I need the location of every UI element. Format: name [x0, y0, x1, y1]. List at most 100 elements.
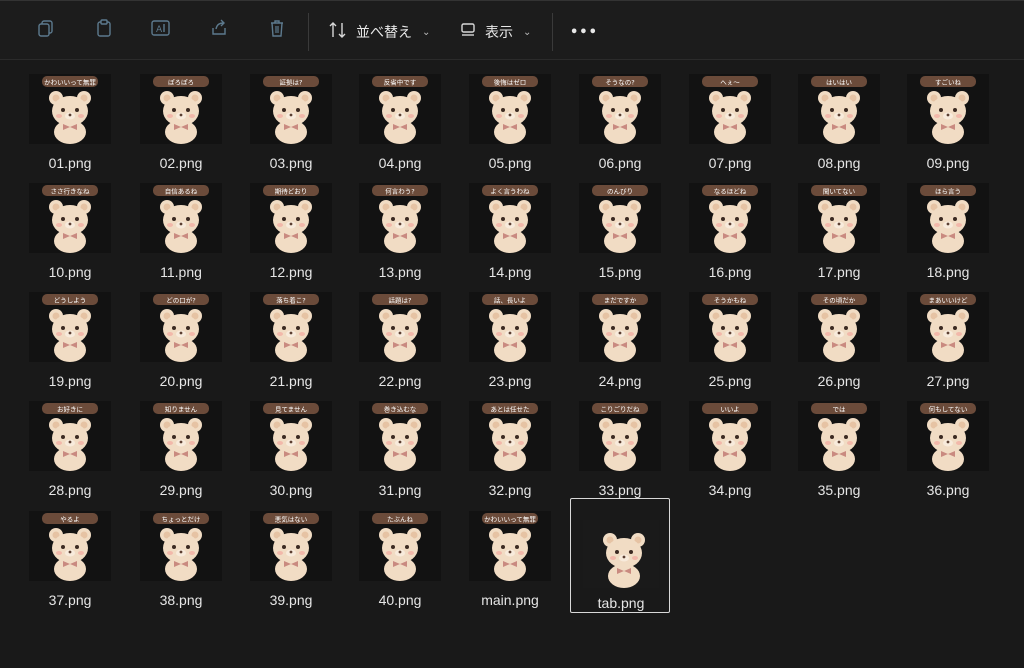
- file-item[interactable]: ちょっとだけ 38.png: [131, 502, 231, 617]
- file-item[interactable]: 話題は? 22.png: [350, 283, 450, 398]
- file-name: 30.png: [269, 482, 313, 498]
- bear-sticker-image: 期待どおり: [263, 185, 319, 253]
- file-item[interactable]: たぶんね 40.png: [350, 502, 450, 617]
- file-item[interactable]: 期待どおり 12.png: [241, 174, 341, 289]
- file-thumbnail: あとは任せた: [469, 401, 551, 471]
- file-thumbnail: のんびり: [579, 183, 661, 253]
- file-name: 17.png: [817, 264, 861, 280]
- file-item[interactable]: なるほどね 16.png: [680, 174, 780, 289]
- file-item[interactable]: へぇ〜 07.png: [680, 65, 780, 180]
- file-item[interactable]: まだですか 24.png: [570, 283, 670, 398]
- sticker-caption: ほら言う: [935, 187, 961, 196]
- bear-sticker-image: そうなの?: [592, 76, 648, 144]
- file-item[interactable]: 自信あるね 11.png: [131, 174, 231, 289]
- file-thumbnail: 証拠は?: [250, 74, 332, 144]
- bear-sticker-image: [603, 533, 645, 588]
- file-item[interactable]: ぽろぽろ 02.png: [131, 65, 231, 180]
- file-item[interactable]: その頃だか 26.png: [789, 283, 889, 398]
- file-item[interactable]: では 35.png: [789, 392, 889, 507]
- bear-sticker-image: 証拠は?: [263, 76, 319, 144]
- file-item[interactable]: 証拠は? 03.png: [241, 65, 341, 180]
- file-item[interactable]: あとは任せた 32.png: [460, 392, 560, 507]
- file-item[interactable]: まあいいけど 27.png: [898, 283, 998, 398]
- sticker-caption: 巻き込むな: [384, 405, 417, 414]
- file-item[interactable]: やるよ 37.png: [20, 502, 120, 617]
- sticker-caption: のんびり: [607, 188, 633, 196]
- file-thumbnail: 自信あるね: [140, 183, 222, 253]
- file-thumbnail: [583, 520, 659, 588]
- file-item[interactable]: 話、長いよ 23.png: [460, 283, 560, 398]
- file-item[interactable]: そうなの? 06.png: [570, 65, 670, 180]
- file-item[interactable]: 何言わう? 13.png: [350, 174, 450, 289]
- file-item[interactable]: どの口が? 20.png: [131, 283, 231, 398]
- view-button[interactable]: 表示 ⌄: [459, 15, 531, 49]
- file-item[interactable]: はいはい 08.png: [789, 65, 889, 180]
- file-item[interactable]: こりごりだね 33.png: [570, 392, 670, 507]
- file-item[interactable]: ささ行きなね 10.png: [20, 174, 120, 289]
- delete-icon: [267, 18, 287, 42]
- file-name: tab.png: [597, 595, 645, 611]
- file-item[interactable]: 聞いてない 17.png: [789, 174, 889, 289]
- sticker-caption: よく言うわね: [491, 187, 531, 196]
- file-thumbnail: 話題は?: [359, 292, 441, 362]
- sort-icon: [328, 20, 348, 44]
- bear-sticker-image: かわいいって無罪: [42, 76, 98, 144]
- file-item[interactable]: かわいいって無罪 01.png: [20, 65, 120, 180]
- file-name: 32.png: [488, 482, 532, 498]
- sticker-caption: ぽろぽろ: [168, 78, 194, 87]
- file-item[interactable]: 見てません 30.png: [241, 392, 341, 507]
- file-item[interactable]: よく言うわね 14.png: [460, 174, 560, 289]
- file-name: 28.png: [48, 482, 92, 498]
- file-item[interactable]: 知りません 29.png: [131, 392, 231, 507]
- file-name: 29.png: [159, 482, 203, 498]
- file-item[interactable]: すごいね 09.png: [898, 65, 998, 180]
- sort-button[interactable]: 並べ替え ⌄: [328, 15, 430, 49]
- file-item[interactable]: どうしよう 19.png: [20, 283, 120, 398]
- paste-button[interactable]: [87, 13, 121, 47]
- bear-sticker-image: 見てません: [263, 403, 319, 471]
- file-name: 13.png: [378, 264, 422, 280]
- copy-button[interactable]: [29, 13, 63, 47]
- rename-button[interactable]: A: [144, 13, 178, 47]
- file-item[interactable]: そうかもね 25.png: [680, 283, 780, 398]
- share-button[interactable]: [202, 13, 236, 47]
- file-item[interactable]: のんびり 15.png: [570, 174, 670, 289]
- file-thumbnail: 知りません: [140, 401, 222, 471]
- file-name: 31.png: [378, 482, 422, 498]
- bear-sticker-image: 自信あるね: [153, 185, 209, 253]
- file-item[interactable]: 巻き込むな 31.png: [350, 392, 450, 507]
- file-grid: かわいいって無罪 01.png ぽろぽろ 02.png 証拠は? 03.png 反省中です 0…: [0, 61, 1024, 668]
- bear-sticker-image: 話題は?: [372, 294, 428, 362]
- file-item[interactable]: ほら言う 18.png: [898, 174, 998, 289]
- file-thumbnail: 見てません: [250, 401, 332, 471]
- file-item[interactable]: 反省中です 04.png: [350, 65, 450, 180]
- file-thumbnail: へぇ〜: [689, 74, 771, 144]
- rename-icon: A: [150, 18, 172, 42]
- file-name: 09.png: [926, 155, 970, 171]
- file-thumbnail: 落ち着こ?: [250, 292, 332, 362]
- file-item[interactable]: 落ち着こ? 21.png: [241, 283, 341, 398]
- sticker-caption: はいはい: [826, 79, 852, 87]
- bear-sticker-image: 巻き込むな: [372, 403, 428, 471]
- bear-sticker-image: 落ち着こ?: [263, 294, 319, 362]
- file-thumbnail: ささ行きなね: [29, 183, 111, 253]
- file-item[interactable]: かわいいって無罪 main.png: [460, 502, 560, 617]
- file-thumbnail: よく言うわね: [469, 183, 551, 253]
- file-thumbnail: いいよ: [689, 401, 771, 471]
- file-name: 04.png: [378, 155, 422, 171]
- file-item[interactable]: いいよ 34.png: [680, 392, 780, 507]
- sticker-caption: そうかもね: [714, 297, 747, 305]
- sticker-caption: 話、長いよ: [494, 296, 526, 305]
- file-item[interactable]: お好きに 28.png: [20, 392, 120, 507]
- file-item[interactable]: 何もしてない 36.png: [898, 392, 998, 507]
- file-item[interactable]: tab.png: [570, 498, 670, 613]
- more-options-button[interactable]: •••: [570, 15, 598, 49]
- sticker-caption: 話題は?: [389, 296, 412, 305]
- sticker-caption: その頃だか: [823, 296, 856, 305]
- delete-button[interactable]: [260, 13, 294, 47]
- bear-sticker-image: どの口が?: [153, 294, 209, 362]
- file-item[interactable]: 後悔はゼロ 05.png: [460, 65, 560, 180]
- sticker-caption: 反省中です: [384, 78, 417, 87]
- file-item[interactable]: 悪気はない 39.png: [241, 502, 341, 617]
- sticker-caption: すごいね: [935, 78, 962, 87]
